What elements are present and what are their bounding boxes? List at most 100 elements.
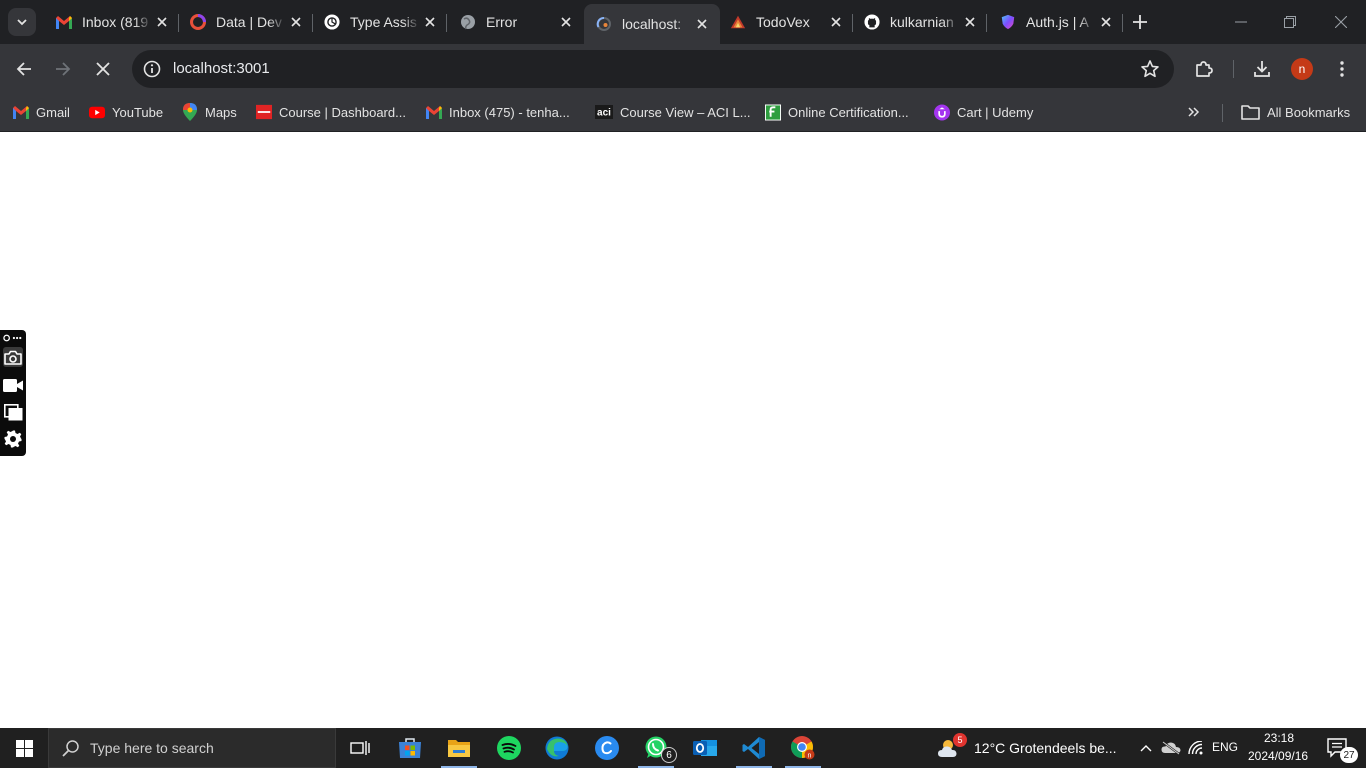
address-bar[interactable]: localhost:3001 xyxy=(132,50,1174,88)
bookmark-course-view-aci[interactable]: aci Course View – ACI L... xyxy=(595,102,751,122)
show-hidden-icons-button[interactable] xyxy=(1134,728,1158,768)
kebab-menu-icon xyxy=(1340,61,1344,77)
stop-loading-button[interactable] xyxy=(88,54,118,84)
minimize-button[interactable] xyxy=(1218,0,1264,44)
gmail-icon xyxy=(13,104,29,120)
bookmark-label: Maps xyxy=(205,104,237,120)
tab-todovex[interactable]: TodoVex xyxy=(718,6,854,38)
task-view-button[interactable] xyxy=(336,728,384,768)
bookmark-cart-udemy[interactable]: Cart | Udemy xyxy=(934,102,1033,122)
toolbar-divider xyxy=(1233,60,1234,78)
profile-avatar[interactable]: n xyxy=(1291,58,1313,80)
tab-separator xyxy=(446,14,447,32)
taskbar-file-explorer[interactable] xyxy=(435,728,483,768)
gmail-icon xyxy=(56,14,72,30)
close-icon[interactable] xyxy=(1096,12,1116,32)
video-record-icon[interactable] xyxy=(3,375,23,395)
bookmark-youtube[interactable]: YouTube xyxy=(89,102,163,122)
all-bookmarks-button[interactable]: All Bookmarks xyxy=(1240,102,1350,122)
back-arrow-icon xyxy=(16,62,31,76)
taskbar-spotify[interactable] xyxy=(485,728,533,768)
bookmark-online-certification[interactable]: Online Certification... xyxy=(765,102,909,122)
spotify-icon xyxy=(497,736,521,760)
tab-authjs[interactable]: Auth.js | A xyxy=(988,6,1124,38)
gear-icon[interactable] xyxy=(3,429,23,449)
close-icon[interactable] xyxy=(692,14,712,34)
download-icon xyxy=(1254,61,1270,77)
taskbar-edge[interactable] xyxy=(533,728,581,768)
notification-center-button[interactable]: 27 xyxy=(1318,728,1358,768)
notification-count: 27 xyxy=(1340,747,1358,763)
search-placeholder: Type here to search xyxy=(90,740,214,756)
forward-button[interactable] xyxy=(48,54,78,84)
taskbar-search-box[interactable]: Type here to search xyxy=(48,728,336,768)
double-chevron-right-icon xyxy=(1188,107,1200,117)
pin-menu-icon[interactable] xyxy=(3,332,23,344)
taskbar-canva[interactable] xyxy=(583,728,631,768)
taskbar-vscode[interactable] xyxy=(730,728,778,768)
clock-time[interactable]: 23:18 xyxy=(1264,731,1294,745)
close-icon[interactable] xyxy=(286,12,306,32)
close-icon xyxy=(96,62,110,76)
taskbar-outlook[interactable] xyxy=(681,728,729,768)
bookmark-gmail[interactable]: Gmail xyxy=(13,102,70,122)
bookmark-course-dashboard[interactable]: Course | Dashboard... xyxy=(256,102,406,122)
udemy-icon xyxy=(934,104,950,120)
close-icon[interactable] xyxy=(152,12,172,32)
canva-icon xyxy=(595,736,619,760)
folder-icon xyxy=(448,740,470,757)
outlook-icon xyxy=(693,740,717,756)
tab-search-button[interactable] xyxy=(8,8,36,36)
onedrive-status[interactable] xyxy=(1158,728,1184,768)
restore-button[interactable] xyxy=(1267,0,1313,44)
address-text[interactable]: localhost:3001 xyxy=(173,60,270,77)
browser-menu-button[interactable] xyxy=(1327,54,1357,84)
bookmark-label: YouTube xyxy=(112,104,164,120)
chevron-down-icon xyxy=(17,19,27,26)
bookmark-maps[interactable]: Maps xyxy=(182,102,237,122)
bookmarks-divider xyxy=(1222,104,1223,122)
close-window-button[interactable] xyxy=(1318,0,1364,44)
downloads-button[interactable] xyxy=(1247,54,1277,84)
bookmark-inbox-475[interactable]: Inbox (475) - tenha... xyxy=(426,102,570,122)
svg-text:aci: aci xyxy=(597,108,611,119)
taskbar-whatsapp[interactable]: 6 xyxy=(632,728,680,768)
tab-type-assist[interactable]: Type Assis xyxy=(312,6,448,38)
taskbar-chrome[interactable]: n xyxy=(779,728,827,768)
tab-title: localhost: xyxy=(622,16,682,32)
taskbar-app-store[interactable] xyxy=(386,728,434,768)
tab-gmail-inbox[interactable]: Inbox (819 xyxy=(44,6,180,38)
start-button[interactable] xyxy=(0,728,48,768)
close-icon xyxy=(1335,16,1347,28)
close-icon[interactable] xyxy=(556,12,576,32)
camera-icon[interactable] xyxy=(3,347,23,367)
new-tab-button[interactable] xyxy=(1128,10,1152,34)
clock-date[interactable]: 2024/09/16 xyxy=(1248,749,1308,763)
tab-github[interactable]: kulkarnian xyxy=(852,6,988,38)
maps-pin-icon xyxy=(182,103,198,121)
close-icon[interactable] xyxy=(960,12,980,32)
close-icon[interactable] xyxy=(420,12,440,32)
window-capture-icon[interactable] xyxy=(3,402,23,422)
more-bookmarks-button[interactable] xyxy=(1188,102,1200,122)
bookmark-label: All Bookmarks xyxy=(1267,104,1351,120)
tab-data-dev[interactable]: Data | Dev xyxy=(178,6,314,38)
network-status[interactable] xyxy=(1184,728,1208,768)
tab-localhost[interactable]: localhost: xyxy=(584,4,720,44)
tab-strip: Inbox (819 Data | Dev Type Assis Error l… xyxy=(0,0,1366,44)
site-info-icon[interactable] xyxy=(142,59,162,79)
windows-logo-icon xyxy=(15,739,33,757)
weather-text[interactable]: 12°C Grotendeels be... xyxy=(974,740,1117,756)
back-button[interactable] xyxy=(9,54,39,84)
weather-widget-icon[interactable]: 5 xyxy=(931,728,971,768)
tab-title: TodoVex xyxy=(756,14,810,30)
bookmark-star-icon[interactable] xyxy=(1140,59,1160,79)
tab-title: Data | Dev xyxy=(216,14,282,30)
puzzle-icon xyxy=(1196,61,1213,77)
extensions-button[interactable] xyxy=(1189,54,1219,84)
language-indicator[interactable]: ENG xyxy=(1212,740,1238,754)
tab-error[interactable]: Error xyxy=(448,6,584,38)
chrome-icon: n xyxy=(791,736,815,760)
close-icon[interactable] xyxy=(826,12,846,32)
bookmark-label: Gmail xyxy=(36,104,70,120)
